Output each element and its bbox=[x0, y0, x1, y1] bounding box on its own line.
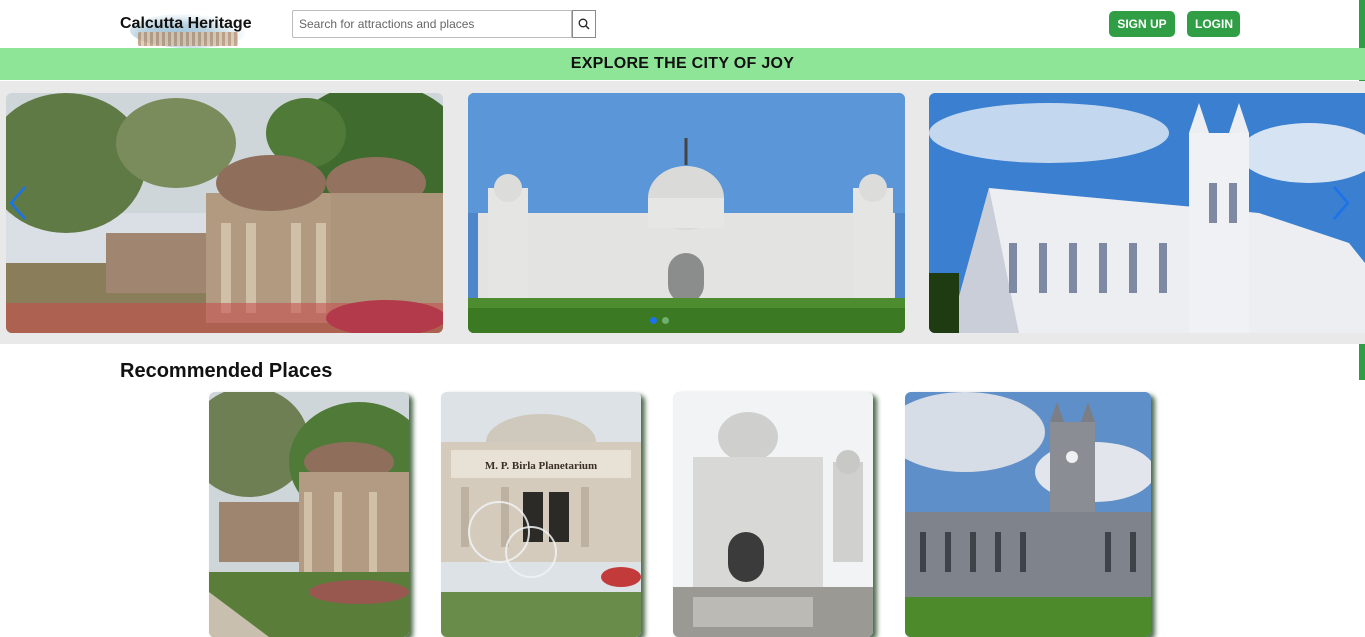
search-icon bbox=[578, 18, 590, 30]
logo-building-sketch bbox=[138, 32, 238, 46]
carousel-dot-2[interactable] bbox=[662, 317, 669, 324]
top-navbar: Calcutta Heritage SIGN UP LOGIN bbox=[0, 0, 1365, 48]
carousel-dot-1[interactable] bbox=[650, 317, 657, 324]
search-input[interactable] bbox=[292, 10, 572, 38]
hero-carousel bbox=[0, 81, 1365, 344]
search-button[interactable] bbox=[572, 10, 596, 38]
brand-title[interactable]: Calcutta Heritage bbox=[120, 15, 252, 33]
cemetery-thumbnail bbox=[209, 392, 409, 637]
birla-planetarium-thumbnail: M. P. Birla Planetarium bbox=[441, 392, 641, 637]
chevron-right-icon[interactable] bbox=[1330, 185, 1352, 221]
recommended-card-victoria-memorial[interactable] bbox=[673, 392, 873, 637]
st-pauls-cathedral-thumbnail bbox=[905, 392, 1151, 637]
brand-logo[interactable]: Calcutta Heritage bbox=[120, 6, 252, 48]
recommended-title: Recommended Places bbox=[120, 360, 333, 382]
planetarium-sign: M. P. Birla Planetarium bbox=[485, 460, 597, 472]
recommended-card-st-pauls-cathedral[interactable] bbox=[905, 392, 1151, 637]
victoria-memorial-image bbox=[468, 93, 905, 333]
carousel-slide-cemetery[interactable] bbox=[6, 93, 443, 333]
st-pauls-cathedral-image bbox=[929, 93, 1365, 333]
recommended-card-birla-planetarium[interactable]: M. P. Birla Planetarium bbox=[441, 392, 641, 637]
victoria-memorial-thumbnail bbox=[673, 392, 873, 637]
explore-banner: EXPLORE THE CITY OF JOY bbox=[0, 48, 1365, 80]
carousel-slide-victoria-memorial[interactable] bbox=[468, 93, 905, 333]
carousel-slide-st-pauls-cathedral[interactable] bbox=[929, 93, 1365, 333]
login-button[interactable]: LOGIN bbox=[1187, 11, 1240, 37]
signup-button[interactable]: SIGN UP bbox=[1109, 11, 1175, 37]
chevron-left-icon[interactable] bbox=[7, 185, 29, 221]
cemetery-image bbox=[6, 93, 443, 333]
recommended-card-cemetery[interactable] bbox=[209, 392, 409, 637]
